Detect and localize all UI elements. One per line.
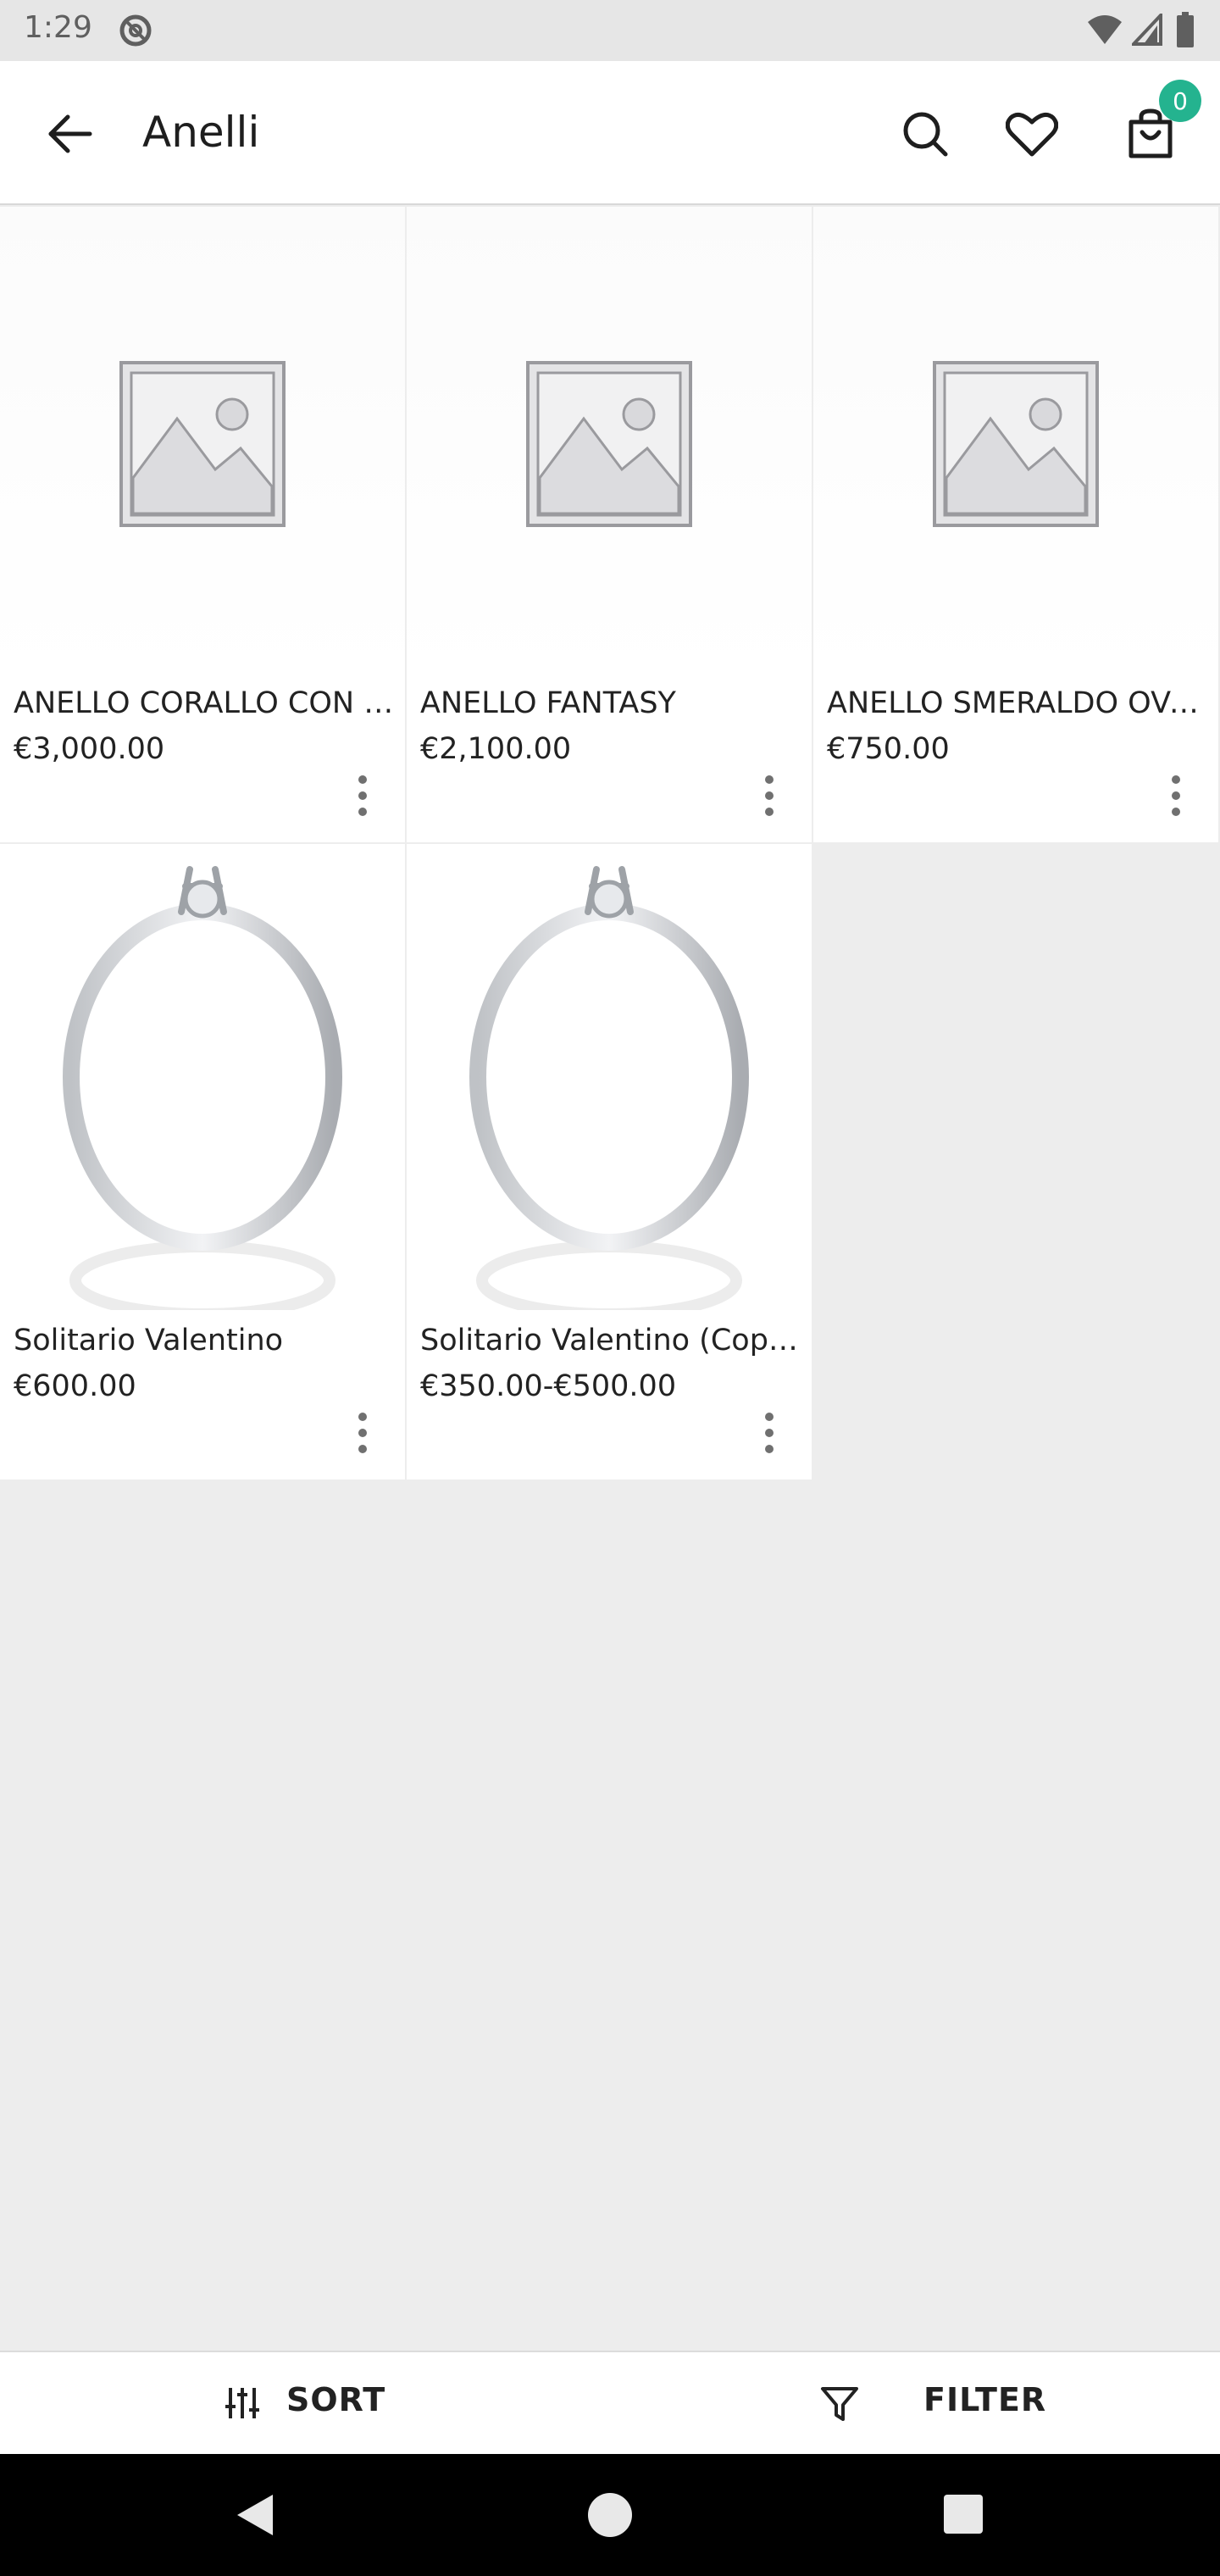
product-image[interactable]: [0, 207, 405, 681]
wishlist-button[interactable]: [998, 100, 1066, 168]
do-not-disturb-icon: [119, 14, 152, 47]
signal-icon: [1132, 14, 1162, 46]
more-vertical-icon: [1172, 775, 1180, 784]
more-vertical-icon: [765, 1413, 774, 1421]
bottom-action-bar: SORT FILTER: [0, 2351, 1220, 2454]
nav-back-icon[interactable]: [230, 2490, 281, 2540]
image-placeholder-icon: [933, 361, 1099, 527]
more-options-button[interactable]: [746, 766, 793, 825]
filter-label: FILTER: [923, 2381, 1047, 2418]
sort-sliders-icon: [225, 2388, 259, 2418]
product-image[interactable]: [407, 207, 812, 681]
sort-label: SORT: [286, 2381, 386, 2418]
battery-icon: [1177, 12, 1194, 47]
status-bar: 1:29: [0, 0, 1220, 61]
product-price: €2,100.00: [420, 732, 572, 766]
product-image[interactable]: [813, 207, 1218, 681]
system-nav-bar: [0, 2454, 1220, 2576]
cart-count-badge: 0: [1159, 80, 1201, 122]
image-placeholder-icon: [119, 361, 286, 527]
more-options-button[interactable]: [1152, 766, 1200, 825]
product-image[interactable]: [407, 844, 812, 1319]
sort-button[interactable]: SORT: [0, 2352, 610, 2454]
product-price: €750.00: [827, 732, 950, 766]
product-card[interactable]: ANELLO FANTASY €2,100.00: [407, 207, 812, 842]
filter-button[interactable]: FILTER: [610, 2352, 1220, 2454]
product-price: €3,000.00: [14, 732, 165, 766]
more-vertical-icon: [358, 775, 367, 784]
nav-recents-icon[interactable]: [944, 2495, 983, 2534]
more-options-button[interactable]: [339, 766, 386, 825]
more-options-button[interactable]: [746, 1403, 793, 1463]
image-placeholder-icon: [526, 361, 692, 527]
more-vertical-icon: [358, 1413, 367, 1421]
heart-icon: [1006, 112, 1058, 157]
filter-funnel-icon: [821, 2387, 858, 2421]
product-name[interactable]: Solitario Valentino (Copia): [420, 1324, 801, 1357]
product-name[interactable]: ANELLO FANTASY: [420, 686, 801, 720]
page-title: Anelli: [142, 108, 260, 157]
search-icon: [903, 112, 948, 157]
wifi-icon: [1088, 15, 1122, 44]
nav-home-icon[interactable]: [588, 2493, 632, 2537]
status-time: 1:29: [24, 10, 92, 45]
search-button[interactable]: [891, 100, 959, 168]
product-image[interactable]: [0, 844, 405, 1319]
arrow-left-icon: [48, 114, 92, 153]
product-card[interactable]: ANELLO CORALLO CON SMERALDI €3,000.00: [0, 207, 405, 842]
ring-image: [469, 866, 749, 1310]
product-card[interactable]: Solitario Valentino €600.00: [0, 844, 405, 1480]
more-vertical-icon: [765, 775, 774, 784]
product-card[interactable]: ANELLO SMERALDO OVALE €750.00: [813, 207, 1218, 842]
product-card[interactable]: Solitario Valentino (Copia) €350.00-€500…: [407, 844, 812, 1480]
product-name[interactable]: ANELLO SMERALDO OVALE: [827, 686, 1208, 720]
product-name[interactable]: ANELLO CORALLO CON SMERALDI: [14, 686, 395, 720]
ring-image: [63, 866, 342, 1310]
back-button[interactable]: [39, 103, 100, 164]
product-name[interactable]: Solitario Valentino: [14, 1324, 395, 1357]
app-bar: Anelli: [0, 61, 1220, 205]
more-options-button[interactable]: [339, 1403, 386, 1463]
product-price: €600.00: [14, 1369, 136, 1403]
product-price: €350.00-€500.00: [420, 1369, 677, 1403]
